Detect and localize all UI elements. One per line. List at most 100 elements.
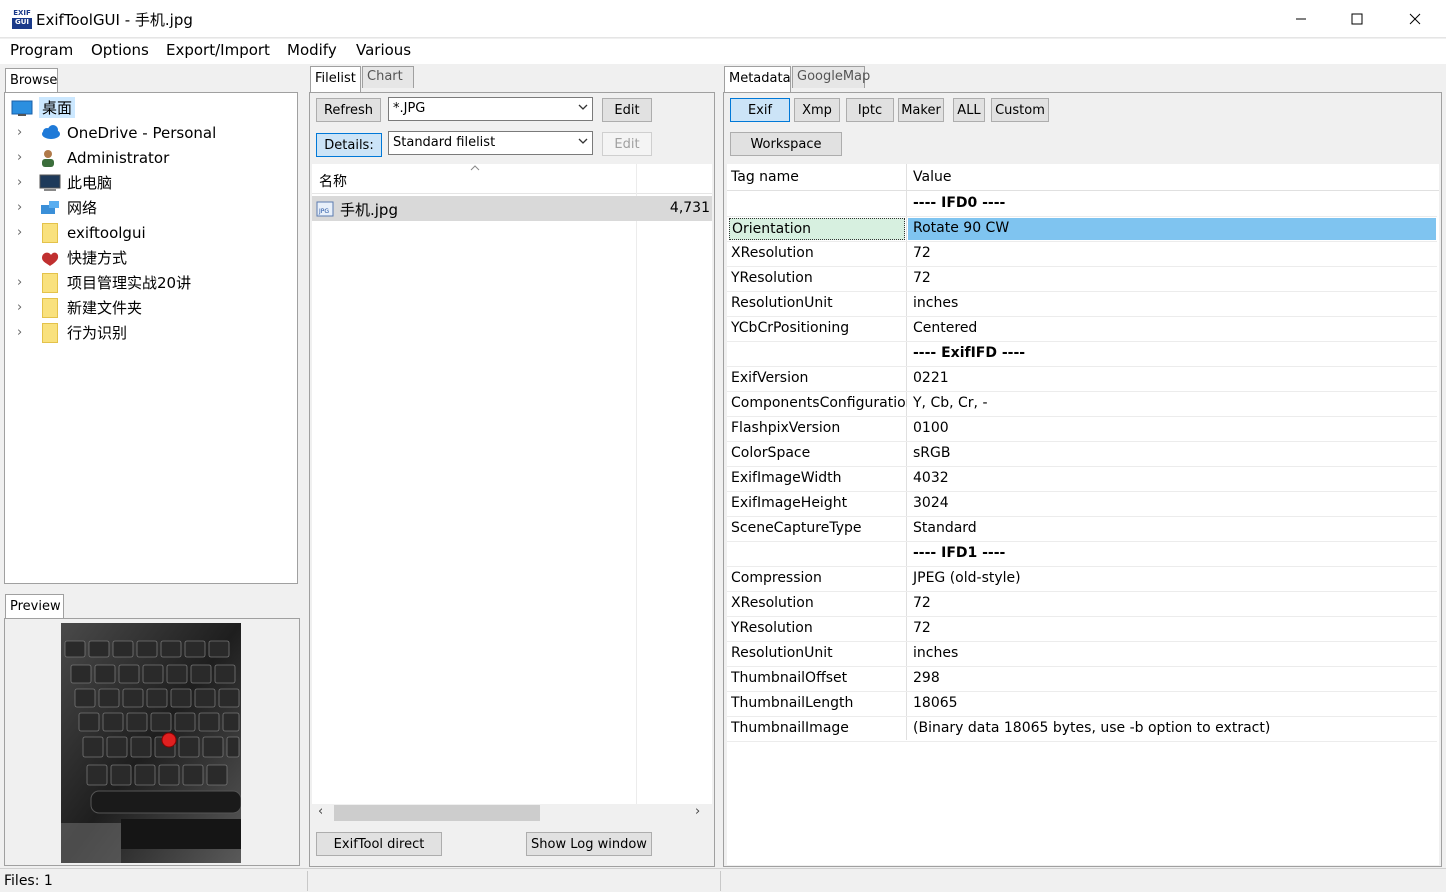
tag-value: ---- IFD0 ----	[913, 195, 1006, 211]
tab-filelist[interactable]: Filelist	[310, 66, 361, 93]
tab-metadata[interactable]: Metadata	[724, 66, 791, 93]
view-combo[interactable]: Standard filelist	[388, 131, 593, 155]
tag-name: SceneCaptureType	[731, 520, 862, 536]
metadata-row[interactable]: Orientation Rotate 90 CW	[727, 217, 1437, 242]
metadata-group-header[interactable]: ---- IFD1 ----	[727, 542, 1437, 567]
iptc-button[interactable]: Iptc	[846, 98, 894, 122]
scrollbar-thumb[interactable]	[334, 805, 540, 821]
chevron-right-icon[interactable]: ›	[17, 125, 31, 140]
tag-name: Compression	[731, 570, 822, 586]
refresh-button[interactable]: Refresh	[316, 98, 381, 122]
folder-icon	[42, 272, 58, 293]
menu-various[interactable]: Various	[356, 41, 411, 59]
tag-value: Y, Cb, Cr, -	[913, 395, 988, 411]
folder-icon	[42, 297, 58, 318]
tag-value: inches	[913, 295, 959, 311]
custom-button[interactable]: Custom	[991, 98, 1049, 122]
scroll-left-icon[interactable]: ‹	[318, 804, 323, 819]
column-tag-name[interactable]: Tag name	[731, 169, 799, 185]
jpg-file-icon: JPG	[316, 201, 334, 217]
filter-combo[interactable]: *.JPG	[388, 97, 593, 121]
minimize-button[interactable]	[1272, 0, 1330, 38]
tag-name: ExifImageWidth	[731, 470, 842, 486]
tree-item-exiftoolgui[interactable]: › exiftoolgui	[5, 220, 297, 245]
chevron-right-icon[interactable]: ›	[17, 175, 31, 190]
details-button[interactable]: Details:	[316, 133, 382, 157]
folder-icon	[42, 222, 58, 243]
metadata-row[interactable]: FlashpixVersion 0100	[727, 417, 1437, 442]
metadata-row[interactable]: ThumbnailImage (Binary data 18065 bytes, …	[727, 717, 1437, 742]
menu-export-import[interactable]: Export/Import	[166, 41, 270, 59]
tree-item-this-pc[interactable]: › 此电脑	[5, 170, 297, 195]
metadata-row[interactable]: ColorSpace sRGB	[727, 442, 1437, 467]
scroll-right-icon[interactable]: ›	[695, 804, 700, 819]
tab-preview[interactable]: Preview	[5, 594, 64, 621]
tree-item-administrator[interactable]: › Administrator	[5, 145, 297, 170]
maximize-button[interactable]	[1328, 0, 1386, 38]
metadata-row[interactable]: ExifImageWidth 4032	[727, 467, 1437, 492]
all-button[interactable]: ALL	[953, 98, 985, 122]
tag-name: ThumbnailImage	[731, 720, 849, 736]
view-edit-button[interactable]: Edit	[602, 132, 652, 156]
metadata-row[interactable]: ResolutionUnit inches	[727, 642, 1437, 667]
metadata-group-header[interactable]: ---- ExifIFD ----	[727, 342, 1437, 367]
chevron-right-icon[interactable]: ›	[17, 300, 31, 315]
tag-value: inches	[913, 645, 959, 661]
tree-item-network[interactable]: › 网络	[5, 195, 297, 220]
tree-item-project-folder[interactable]: › 项目管理实战20讲	[5, 270, 297, 295]
chevron-right-icon[interactable]: ›	[17, 150, 31, 165]
metadata-row[interactable]: XResolution 72	[727, 242, 1437, 267]
tree-item-desktop[interactable]: 桌面	[5, 95, 297, 120]
metadata-row[interactable]: ComponentsConfiguration Y, Cb, Cr, -	[727, 392, 1437, 417]
sort-up-icon	[470, 165, 480, 171]
metadata-row[interactable]: YResolution 72	[727, 617, 1437, 642]
metadata-row[interactable]: SceneCaptureType Standard	[727, 517, 1437, 542]
tag-value: 0100	[913, 420, 949, 436]
tag-value: 72	[913, 620, 931, 636]
preview-pane	[4, 618, 300, 866]
metadata-row[interactable]: ThumbnailLength 18065	[727, 692, 1437, 717]
workspace-button[interactable]: Workspace	[730, 132, 842, 156]
metadata-row[interactable]: ExifImageHeight 3024	[727, 492, 1437, 517]
metadata-group-header[interactable]: ---- IFD0 ----	[727, 192, 1437, 217]
metadata-row[interactable]: YResolution 72	[727, 267, 1437, 292]
chevron-right-icon[interactable]: ›	[17, 225, 31, 240]
maker-button[interactable]: Maker	[898, 98, 944, 122]
tree-item-new-folder[interactable]: › 新建文件夹	[5, 295, 297, 320]
close-button[interactable]	[1386, 0, 1444, 38]
column-name[interactable]: 名称	[319, 171, 347, 191]
xmp-button[interactable]: Xmp	[794, 98, 840, 122]
exiftool-direct-button[interactable]: ExifTool direct	[316, 832, 442, 856]
metadata-row[interactable]: ExifVersion 0221	[727, 367, 1437, 392]
menu-program[interactable]: Program	[10, 41, 73, 59]
folder-icon	[42, 322, 58, 343]
metadata-grid: Tag name Value ---- IFD0 ---- Orientation…	[727, 164, 1439, 865]
metadata-row[interactable]: XResolution 72	[727, 592, 1437, 617]
tree-item-behavior-recognition[interactable]: › 行为识别	[5, 320, 297, 345]
menu-options[interactable]: Options	[91, 41, 149, 59]
file-row[interactable]: JPG 手机.jpg 4,731	[312, 196, 712, 221]
exif-button[interactable]: Exif	[730, 98, 790, 122]
horizontal-scrollbar[interactable]: ‹ ›	[312, 804, 712, 822]
tag-name: YResolution	[731, 620, 813, 636]
column-value[interactable]: Value	[913, 169, 951, 185]
tree-item-onedrive[interactable]: › OneDrive - Personal	[5, 120, 297, 145]
menu-modify[interactable]: Modify	[287, 41, 337, 59]
tag-value: Rotate 90 CW	[908, 218, 1436, 240]
metadata-row[interactable]: ResolutionUnit inches	[727, 292, 1437, 317]
metadata-row[interactable]: Compression JPEG (old-style)	[727, 567, 1437, 592]
chevron-right-icon[interactable]: ›	[17, 200, 31, 215]
tab-chart[interactable]: Chart	[362, 66, 414, 88]
metadata-row[interactable]: YCbCrPositioning Centered	[727, 317, 1437, 342]
metadata-row[interactable]: ThumbnailOffset 298	[727, 667, 1437, 692]
app-icon: EXIF GUI	[12, 9, 32, 29]
chevron-right-icon[interactable]: ›	[17, 275, 31, 290]
tree-item-shortcuts[interactable]: 快捷方式	[5, 245, 297, 270]
tab-browse[interactable]: Browse	[5, 68, 58, 95]
tag-name: ColorSpace	[731, 445, 811, 461]
tab-googlemap[interactable]: GoogleMap	[792, 66, 870, 88]
tag-name: ThumbnailOffset	[731, 670, 848, 686]
show-log-button[interactable]: Show Log window	[526, 832, 652, 856]
chevron-right-icon[interactable]: ›	[17, 325, 31, 340]
filter-edit-button[interactable]: Edit	[602, 98, 652, 122]
